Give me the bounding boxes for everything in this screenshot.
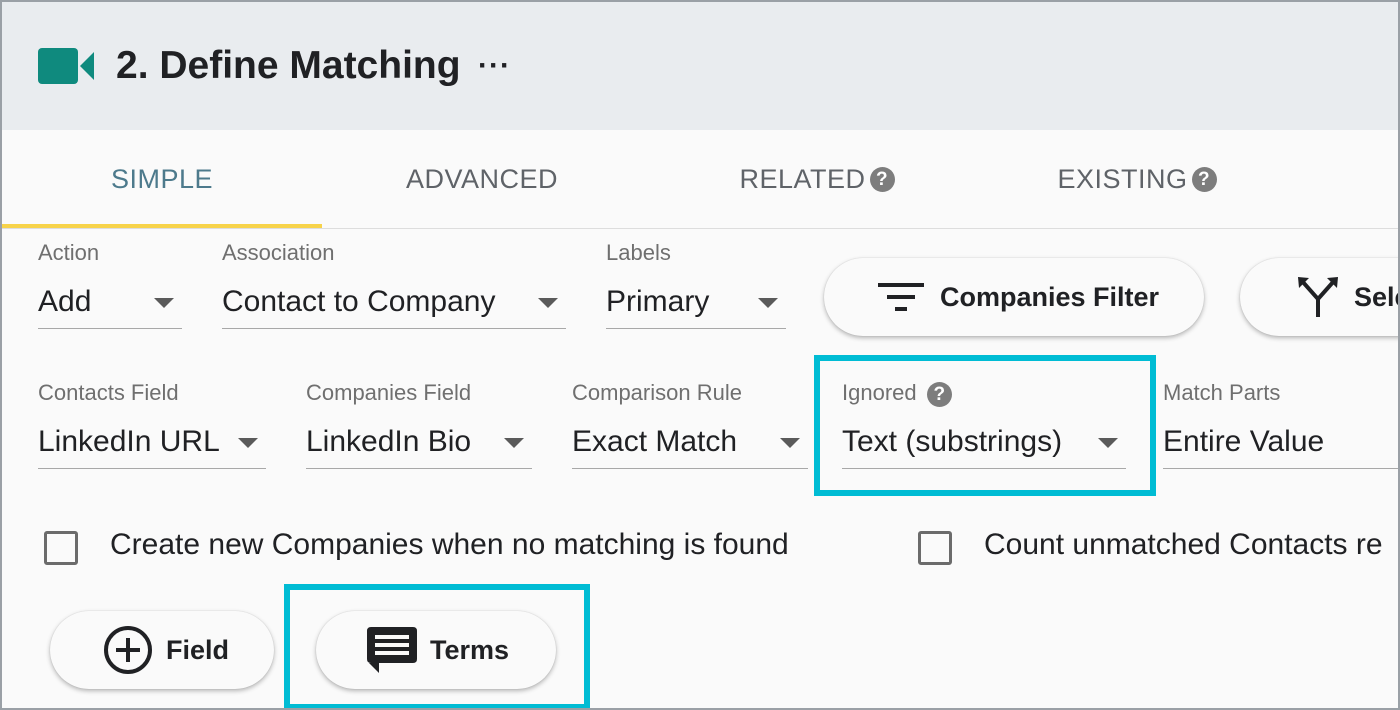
count-unmatched-label: Count unmatched Contacts re [984,528,1383,561]
association-select[interactable]: Contact to Company [222,279,566,329]
labels-label: Labels [606,240,671,265]
dropdown-caret-icon [238,438,258,448]
terms-button[interactable]: Terms [316,611,556,689]
tab-related[interactable]: RELATED ? [657,130,977,228]
labels-value: Primary [606,285,710,318]
create-companies-label: Create new Companies when no matching is… [110,528,789,561]
add-field-button[interactable]: Field [50,611,274,689]
ignored-label: Ignored [842,380,917,405]
help-icon[interactable]: ? [926,381,952,407]
companies-filter-button[interactable]: Companies Filter [824,258,1204,336]
companies-field-label: Companies Field [306,380,472,405]
help-icon[interactable]: ? [1191,166,1217,192]
contacts-field-select[interactable]: LinkedIn URL [38,419,266,469]
action-value: Add [38,285,92,318]
dropdown-caret-icon [758,298,778,308]
companies-filter-label: Companies Filter [940,281,1160,312]
more-button[interactable]: ··· [478,42,511,90]
dropdown-caret-icon [154,298,174,308]
tab-label: ADVANCED [405,163,559,194]
ignored-label-group: Ignored ? [842,380,952,407]
association-value: Contact to Company [222,285,496,318]
tab-simple[interactable]: SIMPLE [2,130,322,228]
select-button[interactable]: Sele [1240,258,1398,336]
companies-field-select[interactable]: LinkedIn Bio [306,419,532,469]
ignored-value: Text (substrings) [842,425,1063,458]
filter-icon [878,283,924,311]
tab-label: RELATED [739,163,866,194]
comparison-rule-select[interactable]: Exact Match [572,419,808,469]
video-camera-icon [38,48,94,84]
labels-select[interactable]: Primary [606,279,786,329]
tab-label: SIMPLE [110,163,214,194]
tab-existing[interactable]: EXISTING ? [977,130,1297,228]
help-icon[interactable]: ? [869,166,895,192]
association-label: Association [222,240,335,265]
active-tab-indicator [2,224,322,228]
page-header: 2. Define Matching ··· [2,2,1398,130]
create-companies-checkbox[interactable] [44,531,78,565]
add-field-label: Field [166,634,230,665]
comparison-rule-value: Exact Match [572,425,738,458]
match-parts-select[interactable]: Entire Value [1163,419,1398,469]
contacts-field-value: LinkedIn URL [38,425,220,458]
count-unmatched-checkbox[interactable] [918,531,952,565]
action-label: Action [38,240,100,265]
tab-label: EXISTING [1057,163,1188,194]
dropdown-caret-icon [504,438,524,448]
contacts-field-label: Contacts Field [38,380,179,405]
fork-icon [1298,277,1338,317]
comparison-rule-label: Comparison Rule [572,380,742,405]
add-circle-icon [104,626,152,674]
select-button-label: Sele [1354,281,1398,312]
match-parts-value: Entire Value [1163,425,1325,458]
dropdown-caret-icon [780,438,800,448]
ignored-select[interactable]: Text (substrings) [842,419,1126,469]
page-title: 2. Define Matching [116,44,461,87]
action-select[interactable]: Add [38,279,182,329]
terms-label: Terms [430,634,510,665]
dropdown-caret-icon [538,298,558,308]
tab-advanced[interactable]: ADVANCED [322,130,642,228]
comment-icon [367,627,417,673]
app-frame: 2. Define Matching ··· SIMPLE ADVANCED R… [0,0,1400,710]
tab-bar: SIMPLE ADVANCED RELATED ? EXISTING ? [2,130,1398,229]
match-parts-label: Match Parts [1163,380,1281,405]
companies-field-value: LinkedIn Bio [306,425,472,458]
dropdown-caret-icon [1098,438,1118,448]
